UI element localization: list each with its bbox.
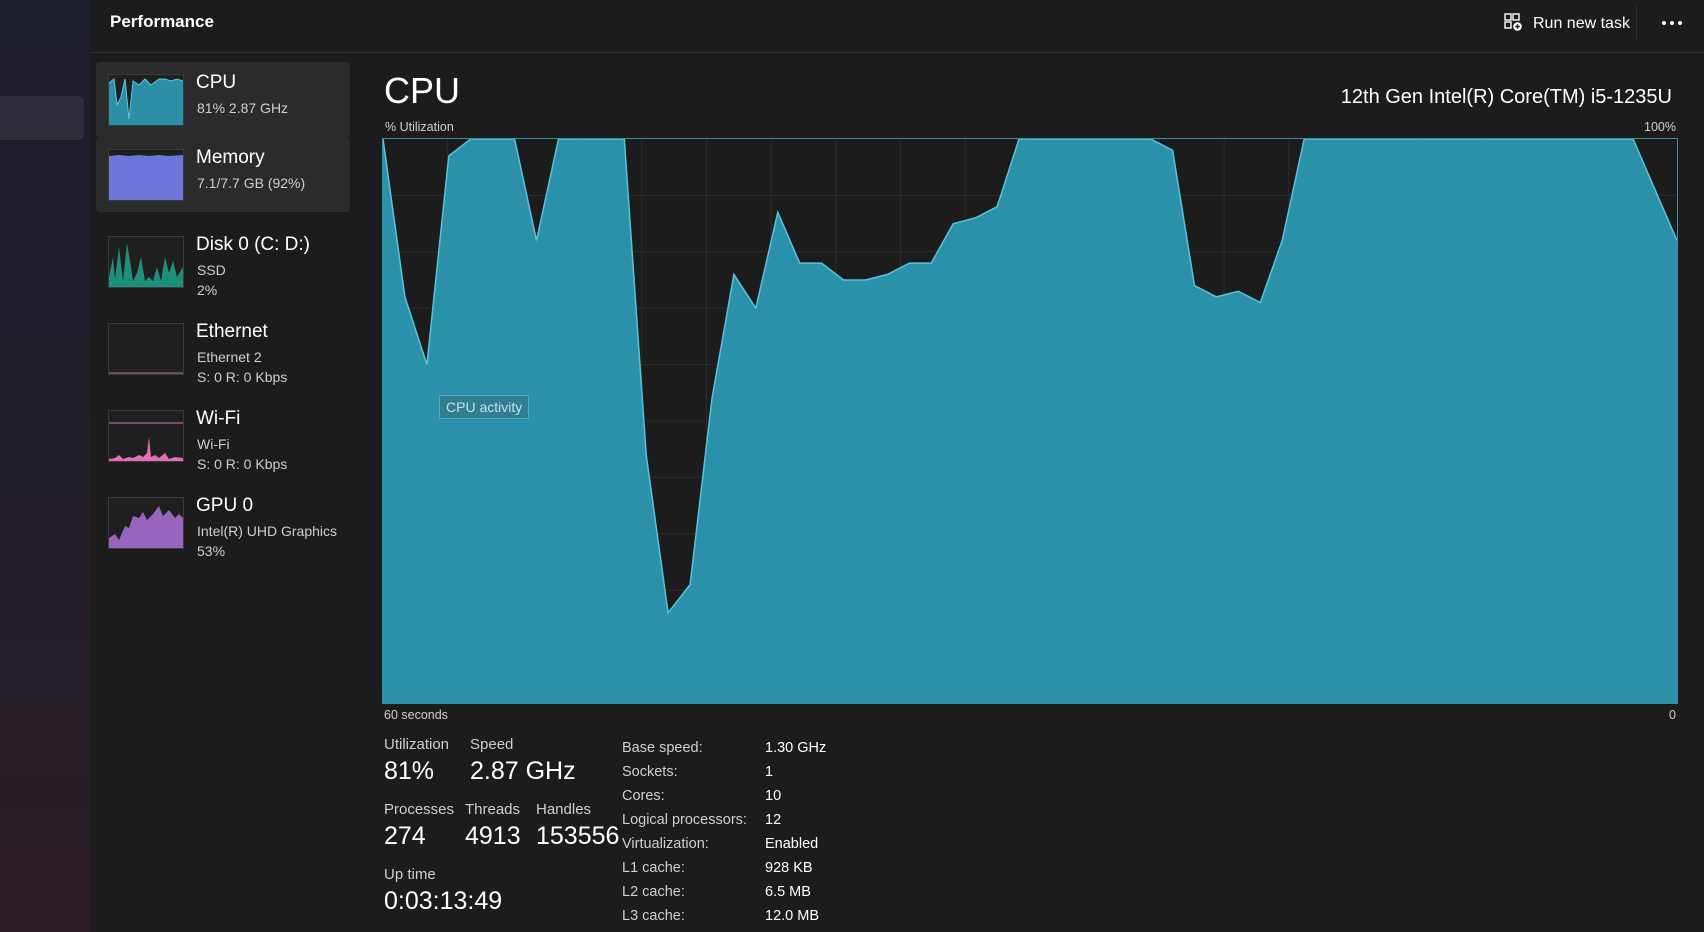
sidebar-item-memory[interactable]: Memory 7.1/7.7 GB (92%) [96,137,350,212]
gpu-thumbnail-graph [108,497,184,549]
speed-stat: Speed 2.87 GHz [470,736,576,786]
utilization-label: Utilization [384,736,450,753]
ethernet-throughput: S: 0 R: 0 Kbps [197,369,288,385]
graph-y-label: % Utilization [385,120,454,134]
spec-value: 928 KB [765,860,813,876]
sidebar-item-cpu[interactable]: CPU 81% 2.87 GHz [96,62,350,137]
memory-tile-title: Memory [196,147,265,168]
spec-value: 12 [765,812,782,828]
cpu-model-name: 12th Gen Intel(R) Core(TM) i5-1235U [1340,86,1672,108]
graph-time-left-label: 60 seconds [384,708,448,722]
nav-item-performance-selected[interactable] [0,96,84,140]
run-new-task-button[interactable]: Run new task [1503,8,1630,40]
spec-key: Virtualization: [622,836,709,852]
spec-value: 1 [765,764,774,780]
main-panel: Performance Run new task CPU 81% 2.87 GH… [90,0,1704,932]
spec-value: 1.30 GHz [765,740,827,756]
sidebar-item-gpu[interactable]: GPU 0 Intel(R) UHD Graphics 53% [96,485,350,560]
ethernet-adapter: Ethernet 2 [197,349,262,365]
gpu-tile-title: GPU 0 [196,495,254,516]
uptime-value: 0:03:13:49 [384,887,503,915]
disk-tile-detail: SSD 2% [197,260,226,300]
wifi-adapter: Wi-Fi [197,436,230,452]
sidebar-item-disk[interactable]: Disk 0 (C: D:) SSD 2% [96,224,350,299]
disk-type: SSD [197,262,226,278]
more-options-button[interactable] [1652,6,1692,40]
processes-value: 274 [384,822,426,850]
handles-value: 153556 [536,822,620,850]
ethernet-tile-title: Ethernet [196,321,268,342]
speed-label: Speed [470,736,514,753]
top-bar: Performance Run new task [90,0,1704,53]
memory-thumbnail-graph [108,149,184,201]
threads-label: Threads [465,801,521,818]
speed-value: 2.87 GHz [470,757,576,785]
spec-key: L2 cache: [622,884,685,900]
spec-key: L3 cache: [622,908,685,924]
disk-usage: 2% [197,282,218,298]
spec-value: 6.5 MB [765,884,811,900]
disk-thumbnail-graph [108,236,184,288]
utilization-stat: Utilization 81% [384,736,449,786]
utilization-value: 81% [384,757,435,785]
cpu-tile-title: CPU [196,72,237,93]
spec-key: Base speed: [622,740,703,756]
cpu-tile-detail: 81% 2.87 GHz [197,100,289,116]
threads-stat: Threads 4913 [465,801,521,851]
wifi-tile-title: Wi-Fi [196,408,241,429]
gpu-tile-detail: Intel(R) UHD Graphics 53% [197,521,337,561]
uptime-stat: Up time 0:03:13:49 [384,866,502,916]
spec-value: 10 [765,788,782,804]
graph-tooltip: CPU activity [439,395,530,419]
cpu-thumbnail-graph [108,74,184,126]
page-title: Performance [110,12,214,31]
gpu-usage: 53% [197,543,226,559]
spec-value: Enabled [765,836,819,852]
ethernet-tile-detail: Ethernet 2 S: 0 R: 0 Kbps [197,347,287,387]
toolbar-divider [1636,6,1637,40]
sidebar-item-wifi[interactable]: Wi-Fi Wi-Fi S: 0 R: 0 Kbps [96,398,350,473]
ethernet-thumbnail-graph [108,323,184,375]
cpu-utilization-graph[interactable]: CPU activity [382,138,1678,704]
wifi-thumbnail-graph [108,410,184,462]
resource-sidebar: CPU 81% 2.87 GHz Memory 7.1/7.7 GB (92%)… [96,62,350,572]
spec-key: Sockets: [622,764,678,780]
spec-value: 12.0 MB [765,908,819,924]
sidebar-item-ethernet[interactable]: Ethernet Ethernet 2 S: 0 R: 0 Kbps [96,311,350,386]
cpu-utilization-area [383,139,1677,703]
graph-y-max-label: 100% [1644,120,1676,134]
navigation-rail [0,0,90,932]
gpu-model: Intel(R) UHD Graphics [197,523,338,539]
run-new-task-label: Run new task [1533,15,1630,32]
spec-key: Logical processors: [622,812,747,828]
processes-label: Processes [384,801,455,818]
graph-time-right-label: 0 [1669,708,1676,722]
disk-tile-title: Disk 0 (C: D:) [196,234,310,255]
uptime-label: Up time [384,866,436,883]
more-icon [1662,21,1682,25]
new-task-icon [1503,12,1523,37]
memory-tile-detail: 7.1/7.7 GB (92%) [197,175,306,191]
spec-key: Cores: [622,788,665,804]
spec-key: L1 cache: [622,860,685,876]
cpu-utilization-chart [382,138,1678,703]
wifi-tile-detail: Wi-Fi S: 0 R: 0 Kbps [197,434,287,474]
handles-label: Handles [536,801,592,818]
handles-stat: Handles 153556 [536,801,619,851]
threads-value: 4913 [465,822,521,850]
processes-stat: Processes 274 [384,801,454,851]
cpu-detail-panel: CPU 12th Gen Intel(R) Core(TM) i5-1235U … [382,62,1682,924]
cpu-heading: CPU [384,70,461,111]
wifi-throughput: S: 0 R: 0 Kbps [197,456,288,472]
